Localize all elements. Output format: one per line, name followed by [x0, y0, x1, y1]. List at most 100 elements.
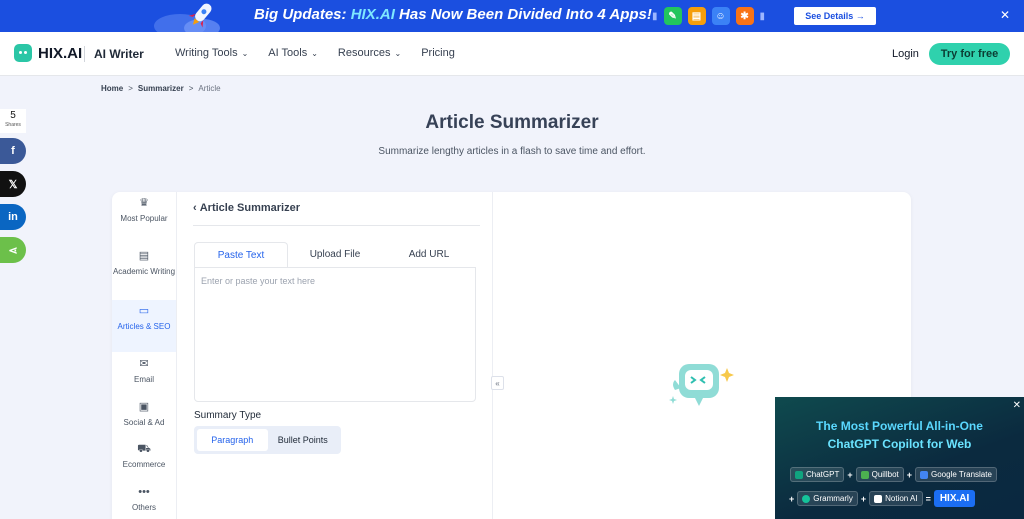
panel-divider: [492, 192, 493, 519]
breadcrumb-home[interactable]: Home: [101, 84, 123, 93]
nav-menu: Writing Tools ⌄ AI Tools ⌄ Resources ⌄ Pric…: [175, 47, 455, 59]
article-text-input[interactable]: [194, 267, 476, 402]
app-icon-puzzle: ✱: [735, 7, 754, 25]
category-social-ad[interactable]: ▣ Social & Ad: [112, 402, 176, 444]
category-most-popular[interactable]: ♛ Most Popular: [112, 198, 176, 240]
page-subtitle: Summarize lengthy articles in a flash to…: [378, 146, 646, 157]
see-details-button[interactable]: See Details →: [794, 7, 876, 25]
email-icon: ✉: [139, 358, 149, 370]
ad-plus: +: [860, 493, 867, 504]
ad-pill-grammarly: Grammarly: [797, 491, 858, 506]
breadcrumb-summarizer[interactable]: Summarizer: [138, 84, 184, 93]
app-icon-docs: ▤: [687, 7, 706, 25]
category-label: Email: [133, 375, 154, 384]
signal-right-icon: ▮: [759, 10, 766, 22]
robot-placeholder-icon: [669, 364, 734, 406]
signal-left-icon: ▮: [652, 10, 658, 22]
tab-paste-text[interactable]: Paste Text: [194, 242, 288, 267]
nav-ai-tools[interactable]: AI Tools ⌄: [268, 47, 318, 59]
category-label: Social & Ad: [123, 418, 165, 427]
category-ecommerce[interactable]: ⛟ Ecommerce: [112, 444, 176, 486]
ad-pill-chatgpt: ChatGPT: [790, 467, 845, 482]
breadcrumb: Home > Summarizer > Article: [101, 84, 221, 93]
ad-equals: =: [925, 493, 931, 504]
product-name[interactable]: AI Writer: [94, 47, 144, 61]
chevron-down-icon: ⌄: [311, 49, 318, 58]
rocket-illustration: [154, 3, 220, 32]
nav-pricing[interactable]: Pricing: [421, 47, 455, 59]
input-tabs: Paste Text Upload File Add URL: [194, 242, 476, 267]
breadcrumb-sep: >: [188, 84, 194, 93]
logo-text: HIX.AI: [38, 44, 83, 62]
banner-app-icons: ▮ ✎ ▤ ☺ ✱ ▮: [652, 5, 765, 27]
app-icon-bot: ☺: [711, 7, 730, 25]
ad-headline-1: The Most Powerful All-in-One: [816, 419, 983, 433]
ad-pill-notion-ai: Notion AI: [869, 491, 923, 506]
ad-row-2: + Grammarly + Notion AI = HIX.AI: [789, 490, 976, 507]
share-icon: ⋖: [8, 244, 18, 257]
academic-icon: ▤: [138, 250, 150, 262]
tool-header-divider: [193, 225, 480, 226]
category-others[interactable]: ••• Others: [112, 487, 176, 519]
tab-add-url[interactable]: Add URL: [382, 242, 476, 267]
category-email[interactable]: ✉ Email: [112, 359, 176, 401]
nav-divider: [84, 46, 85, 62]
banner-headline: Big Updates: HIX.AI Has Now Been Divided…: [254, 6, 652, 23]
chevron-down-icon: ⌄: [241, 49, 249, 58]
ad-plus: +: [789, 493, 795, 504]
category-sidebar: ♛ Most Popular ▤ Academic Writing ▭ Arti…: [112, 192, 177, 519]
login-link[interactable]: Login: [892, 48, 919, 60]
ad-pill-google-translate: Google Translate: [915, 467, 997, 482]
collapse-panel-button[interactable]: «: [491, 376, 504, 390]
crown-icon: ♛: [139, 197, 149, 209]
ad-plus: +: [847, 469, 853, 480]
ad-row-1: ChatGPT + Quillbot + Google Translate: [790, 467, 997, 482]
promo-ad[interactable]: ✕ The Most Powerful All-in-One ChatGPT C…: [775, 397, 1024, 519]
ad-close-icon[interactable]: ✕: [1013, 400, 1021, 411]
app-icon-writer: ✎: [663, 7, 682, 25]
x-share-button[interactable]: 𝕏: [0, 171, 26, 197]
chevron-left-icon: ‹: [193, 202, 197, 214]
nav-resources[interactable]: Resources ⌄: [338, 47, 401, 59]
category-label: Ecommerce: [122, 460, 166, 469]
back-to-tool[interactable]: ‹ Article Summarizer: [193, 202, 300, 214]
more-icon: •••: [138, 486, 150, 498]
linkedin-icon: in: [8, 211, 18, 223]
tab-upload-file[interactable]: Upload File: [288, 242, 382, 267]
breadcrumb-current: Article: [198, 84, 221, 93]
nav-writing-tools[interactable]: Writing Tools ⌄: [175, 47, 248, 59]
ad-headline-2: ChatGPT Copilot for Web: [827, 437, 972, 451]
tool-title: Article Summarizer: [199, 202, 300, 214]
category-academic-writing[interactable]: ▤ Academic Writing: [112, 251, 176, 293]
summary-option-paragraph[interactable]: Paragraph: [197, 429, 268, 451]
x-icon: 𝕏: [8, 178, 18, 191]
category-articles-seo[interactable]: ▭ Articles & SEO: [112, 300, 176, 352]
promo-banner[interactable]: Big Updates: HIX.AI Has Now Been Divided…: [0, 0, 1024, 32]
ad-pill-quillbot: Quillbot: [855, 467, 904, 482]
logo-icon: [14, 44, 32, 62]
category-label: Most Popular: [120, 214, 168, 223]
ad-hix-brand: HIX.AI: [933, 490, 976, 507]
page-title: Article Summarizer: [425, 112, 599, 133]
share-more-button[interactable]: ⋖: [0, 237, 26, 263]
logo[interactable]: HIX.AI: [14, 44, 82, 62]
google-translate-icon: [920, 470, 928, 479]
summary-option-bullet-points[interactable]: Bullet Points: [268, 429, 339, 451]
notion-icon: [874, 494, 883, 503]
grammarly-icon: [802, 494, 811, 503]
linkedin-share-button[interactable]: in: [0, 204, 26, 230]
ad-plus: +: [906, 469, 912, 480]
banner-close-icon[interactable]: ✕: [1000, 8, 1010, 22]
category-label: Articles & SEO: [117, 322, 171, 331]
summary-type-selector: Paragraph Bullet Points: [194, 426, 341, 454]
social-icon: ▣: [138, 401, 150, 413]
article-icon: ▭: [138, 305, 150, 317]
summary-type-label: Summary Type: [194, 410, 262, 421]
breadcrumb-sep: >: [128, 84, 133, 93]
category-label: Others: [131, 503, 156, 512]
chatgpt-icon: [795, 470, 803, 479]
quillbot-icon: [860, 470, 869, 479]
try-for-free-button[interactable]: Try for free: [929, 43, 1010, 65]
cart-icon: ⛟: [137, 443, 151, 455]
chevron-down-icon: ⌄: [394, 49, 402, 58]
